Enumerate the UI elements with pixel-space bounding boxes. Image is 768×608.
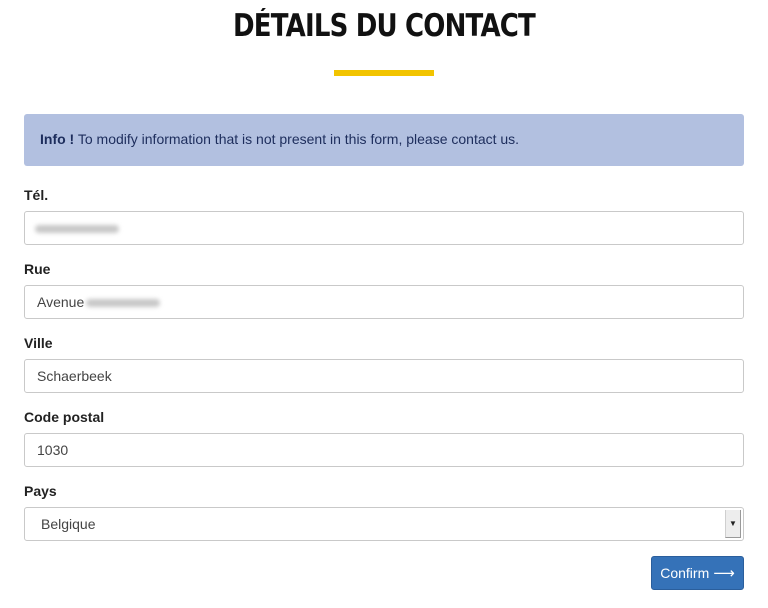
pays-select[interactable]: Belgique ▼ — [24, 507, 744, 541]
code-postal-label: Code postal — [24, 409, 105, 425]
code-postal-field[interactable]: 1030 — [24, 433, 744, 467]
ville-label: Ville — [24, 335, 53, 351]
rue-field[interactable]: Avenue — [24, 285, 744, 319]
tel-label: Tél. — [24, 187, 49, 203]
tel-field[interactable] — [24, 211, 744, 245]
rue-value: Avenue — [37, 294, 85, 310]
contact-details-page: DÉTAILS DU CONTACT Info ! To modify info… — [0, 0, 768, 608]
redacted-value — [86, 299, 161, 308]
info-alert-message: To modify information that is not presen… — [77, 131, 520, 147]
confirm-label: Confirm — [660, 565, 710, 581]
info-alert-label: Info ! — [40, 131, 75, 147]
pays-selected-value: Belgique — [41, 516, 96, 532]
code-postal-value: 1030 — [37, 442, 69, 458]
title-underline — [334, 70, 434, 76]
arrow-right-icon: ⟶ — [713, 564, 735, 582]
redacted-value — [35, 225, 119, 234]
ville-value: Schaerbeek — [37, 368, 112, 384]
page-title: DÉTAILS DU CONTACT — [233, 8, 536, 44]
info-alert: Info ! To modify information that is not… — [24, 114, 744, 166]
rue-label: Rue — [24, 261, 51, 277]
ville-field[interactable]: Schaerbeek — [24, 359, 744, 393]
pays-label: Pays — [24, 483, 57, 499]
chevron-down-icon[interactable]: ▼ — [725, 510, 741, 538]
confirm-button[interactable]: Confirm ⟶ — [651, 556, 744, 590]
